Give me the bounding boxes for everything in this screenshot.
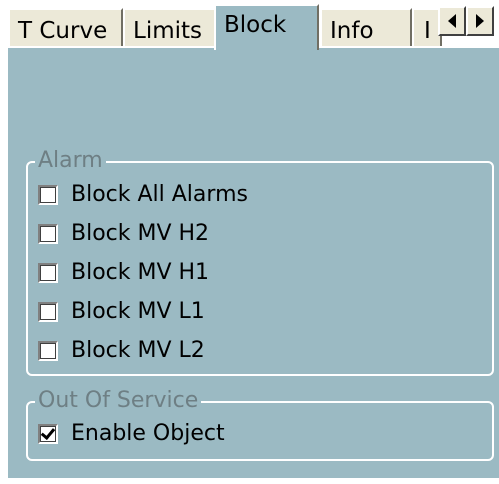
tab-info-label: Info	[330, 18, 374, 44]
checkbox-icon[interactable]	[38, 302, 58, 322]
tab-info[interactable]: Info	[320, 8, 412, 48]
arrow-right-icon	[476, 14, 484, 28]
tab-block-label: Block	[224, 12, 287, 38]
checkbox-block-mv-h1[interactable]: Block MV H1	[38, 259, 209, 287]
checkbox-checked-icon[interactable]	[38, 424, 58, 444]
checkbox-icon[interactable]	[38, 224, 58, 244]
tab-limits[interactable]: Limits	[123, 8, 216, 48]
checkbox-label: Block MV H1	[71, 260, 210, 285]
alarm-group-title: Alarm	[35, 149, 106, 173]
checkbox-label: Block All Alarms	[71, 182, 248, 207]
checkbox-block-all-alarms[interactable]: Block All Alarms	[38, 181, 248, 209]
checkbox-block-mv-l2[interactable]: Block MV L2	[38, 337, 205, 365]
properties-window: T Curve Limits Block Info I Alarm Block …	[0, 0, 499, 484]
tab-overflow-label: I	[424, 18, 431, 44]
checkbox-block-mv-h2[interactable]: Block MV H2	[38, 220, 209, 248]
checkbox-label: Block MV H2	[71, 221, 210, 246]
checkbox-label: Enable Object	[71, 421, 225, 446]
tab-scroll-left-button[interactable]	[438, 6, 466, 36]
tab-limits-label: Limits	[133, 18, 202, 44]
tab-t-curve[interactable]: T Curve	[8, 8, 123, 48]
arrow-left-icon	[448, 14, 456, 28]
out-of-service-group-title: Out Of Service	[35, 389, 202, 413]
tab-scroll-right-button[interactable]	[466, 6, 494, 36]
checkbox-block-mv-l1[interactable]: Block MV L1	[38, 298, 205, 326]
checkbox-icon[interactable]	[38, 263, 58, 283]
checkbox-label: Block MV L2	[71, 338, 205, 363]
checkbox-icon[interactable]	[38, 341, 58, 361]
tab-block[interactable]: Block	[214, 4, 319, 50]
checkbox-label: Block MV L1	[71, 299, 205, 324]
tab-panel-block: Alarm Block All Alarms Block MV H2 Block…	[6, 47, 499, 478]
tab-t-curve-label: T Curve	[18, 18, 108, 44]
checkbox-icon[interactable]	[38, 185, 58, 205]
checkbox-enable-object[interactable]: Enable Object	[38, 420, 225, 448]
